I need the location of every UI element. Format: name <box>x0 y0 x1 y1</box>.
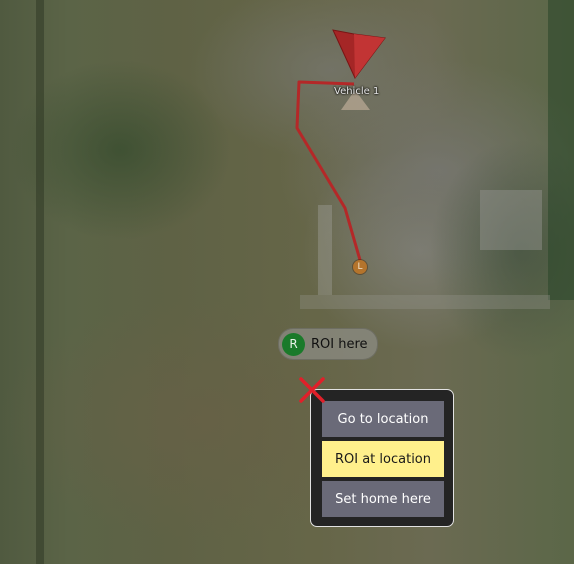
map-context-menu: Go to location ROI at location Set home … <box>310 389 454 527</box>
roi-label: ROI here <box>311 336 368 352</box>
vehicle-arrow-icon[interactable] <box>332 29 386 110</box>
close-x-icon[interactable] <box>297 375 327 405</box>
roi-badge: R <box>282 332 305 356</box>
set-home-here-button[interactable]: Set home here <box>322 481 444 517</box>
launch-marker[interactable]: L <box>353 260 367 274</box>
map-overlay <box>295 29 386 261</box>
roi-at-location-button[interactable]: ROI at location <box>322 441 444 477</box>
go-to-location-button[interactable]: Go to location <box>322 401 444 437</box>
vehicle-label: Vehicle 1 <box>334 86 380 97</box>
launch-marker-label: L <box>357 262 363 272</box>
roi-marker[interactable]: R ROI here <box>278 328 378 360</box>
